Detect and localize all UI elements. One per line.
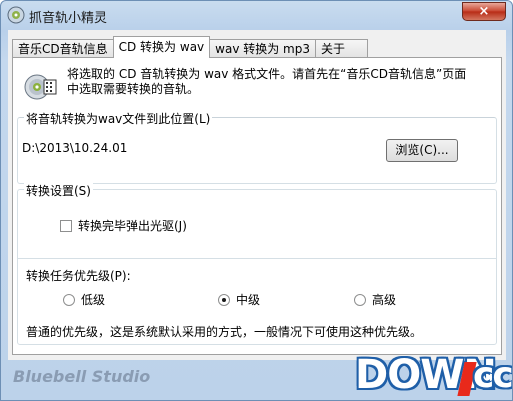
priority-medium-radio[interactable]: [218, 293, 230, 306]
settings-divider: [18, 258, 496, 259]
tab-about[interactable]: 关于: [315, 39, 369, 58]
output-path-value: D:\2013\10.24.01: [22, 141, 128, 155]
priority-medium[interactable]: 中级: [218, 291, 260, 308]
window-title: 抓音轨小精灵: [29, 11, 108, 26]
priority-high-radio[interactable]: [354, 293, 366, 306]
tab-cd-info[interactable]: 音乐CD音轨信息: [12, 39, 114, 58]
priority-high[interactable]: 高级: [354, 291, 396, 308]
title-bar[interactable]: 抓音轨小精灵 ×: [1, 1, 512, 29]
close-button[interactable]: ×: [462, 2, 506, 21]
tab-cd-to-wav[interactable]: CD 转换为 wav: [112, 36, 211, 58]
priority-high-label: 高级: [372, 293, 397, 307]
tab-panel: 将选取的 CD 音轨转换为 wav 格式文件。请首先在“音乐CD音轨信息”页面 …: [12, 57, 502, 355]
convert-settings-title: 转换设置(S): [24, 182, 93, 199]
watermark-cc: cc: [473, 355, 512, 396]
app-cd-icon: [7, 6, 25, 24]
dialog-client: 音乐CD音轨信息 CD 转换为 wav wav 转换为 mp3 关于 将选取的 …: [8, 30, 506, 360]
browse-button[interactable]: 浏览(C)...: [386, 139, 458, 162]
watermark-logo: DOWN cc: [347, 350, 512, 400]
tab-strip: 音乐CD音轨信息 CD 转换为 wav wav 转换为 mp3 关于: [12, 36, 369, 58]
eject-label: 转换完毕弹出光驱(J): [78, 219, 187, 233]
output-path-group: 将音轨转换为wav文件到此位置(L) D:\2013\10.24.01 浏览(C…: [17, 110, 497, 184]
priority-low[interactable]: 低级: [63, 291, 105, 308]
studio-credit: Bluebell Studio: [13, 367, 151, 386]
eject-option[interactable]: 转换完毕弹出光驱(J): [60, 217, 187, 234]
intro-description: 将选取的 CD 音轨转换为 wav 格式文件。请首先在“音乐CD音轨信息”页面 …: [67, 67, 497, 97]
cd-convert-icon: [24, 74, 57, 100]
output-path-title: 将音轨转换为wav文件到此位置(L): [24, 110, 213, 127]
priority-description: 普通的优先级，这是系统默认采用的方式，一般情况下可使用这种优先级。: [26, 325, 423, 339]
intro-line-1: 将选取的 CD 音轨转换为 wav 格式文件。请首先在“音乐CD音轨信息”页面: [67, 67, 467, 81]
convert-settings-group: 转换设置(S) 转换完毕弹出光驱(J) 转换任务优先级(P): 低级 中级 高级…: [17, 182, 497, 345]
app-window: 抓音轨小精灵 × 音乐CD音轨信息 CD 转换为 wav wav 转换为 mp3…: [0, 0, 513, 401]
intro-line-2: 中选取需要转换的音轨。: [67, 82, 200, 96]
priority-low-radio[interactable]: [63, 293, 75, 306]
tab-wav-to-mp3[interactable]: wav 转换为 mp3: [209, 39, 316, 58]
priority-label: 转换任务优先级(P):: [26, 269, 131, 283]
eject-checkbox[interactable]: [60, 219, 72, 232]
priority-low-label: 低级: [81, 293, 106, 307]
priority-medium-label: 中级: [236, 293, 261, 307]
